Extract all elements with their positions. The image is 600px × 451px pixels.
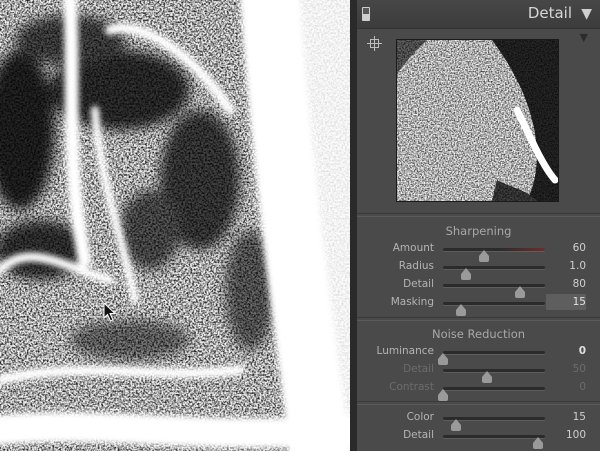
masked-photo-preview [0,0,350,451]
luminance-value[interactable]: 0 [579,345,586,357]
section-divider [357,317,600,321]
luminance-slider[interactable] [438,351,545,365]
slider-row-luminance: Luminance 0 [357,343,600,365]
amount-label: Amount [392,242,434,254]
slider-row-detail: Detail 80 [357,276,600,298]
panel-toggle-switch[interactable] [362,7,370,21]
amount-value[interactable]: 60 [573,242,586,254]
panel-header[interactable]: Detail ▼ [357,0,600,29]
radius-value[interactable]: 1.0 [569,260,586,272]
detail-slider-thumb[interactable] [514,286,525,298]
radius-label: Radius [398,260,434,272]
detail-slider[interactable] [443,284,545,298]
contrast-value[interactable]: 0 [579,381,586,393]
detail-preview-window[interactable] [396,39,559,202]
panel-divider[interactable] [350,0,357,451]
slider-row-contrast: Contrast 0 [357,379,600,401]
detail-panel: Detail ▼ ▼ Sharpening Amount60Radius1 [357,0,600,451]
slider-row-amount: Amount 60 [357,240,600,262]
radius-slider[interactable] [443,266,545,280]
amount-slider[interactable] [443,248,545,262]
nr-detail-slider-thumb[interactable] [481,371,492,383]
luminance-label: Luminance [376,345,434,357]
slider-row-masking: Masking 15 [357,294,600,316]
section-divider [357,213,600,217]
slider-row-radius: Radius 1.0 [357,258,600,280]
section-divider [357,401,600,405]
image-canvas[interactable] [0,0,350,451]
nr-detail-slider[interactable] [443,369,545,383]
preview-image [397,40,558,201]
slider-row-nr-detail: Detail 50 [357,361,600,383]
radius-slider-thumb[interactable] [461,268,472,280]
amount-slider-thumb[interactable] [478,250,489,262]
contrast-slider[interactable] [438,387,545,401]
color-detail-value[interactable]: 100 [566,429,586,441]
masking-slider-thumb[interactable] [456,304,467,316]
masking-label: Masking [390,296,434,308]
color-detail-slider-thumb[interactable] [532,437,543,449]
color-label: Color [406,411,434,423]
slider-row-color: Color 15 [357,409,600,431]
masking-slider[interactable] [443,302,545,316]
detail-value[interactable]: 80 [573,278,586,290]
sharpening-section-title: Sharpening [445,224,512,238]
panel-title: Detail [527,4,572,22]
color-value[interactable]: 15 [573,411,586,423]
nr-detail-label: Detail [403,363,434,375]
target-adjustment-icon[interactable] [367,36,382,51]
color-detail-label: Detail [403,429,434,441]
masking-value[interactable]: 15 [573,296,586,308]
color-slider[interactable] [443,417,545,431]
color-slider-thumb[interactable] [451,419,462,431]
luminance-slider-thumb[interactable] [438,353,448,365]
collapse-triangle-icon[interactable]: ▼ [581,6,592,22]
noise-reduction-section-title: Noise Reduction [431,327,526,341]
color-detail-slider[interactable] [443,435,545,449]
nr-detail-value[interactable]: 50 [573,363,586,375]
mouse-cursor-icon [103,302,117,322]
contrast-slider-thumb[interactable] [438,389,448,401]
detail-label: Detail [403,278,434,290]
preview-menu-triangle-icon[interactable]: ▼ [580,31,588,44]
slider-row-color-detail: Detail 100 [357,427,600,449]
contrast-label: Contrast [389,381,434,393]
